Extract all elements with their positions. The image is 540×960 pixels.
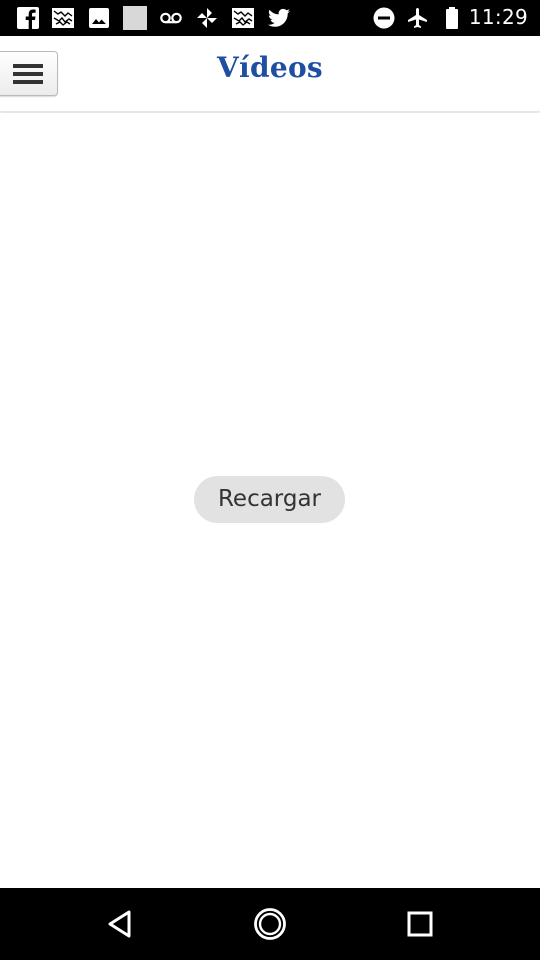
- navigation-bar: [0, 888, 540, 960]
- back-icon[interactable]: [102, 906, 138, 942]
- page-title: Vídeos: [217, 51, 323, 84]
- battery-icon: [446, 7, 458, 29]
- reload-button[interactable]: Recargar: [194, 476, 345, 523]
- home-icon[interactable]: [252, 906, 288, 942]
- app-bar: Vídeos: [0, 36, 540, 112]
- pinwheel-icon: [197, 8, 217, 28]
- facebook-icon: [17, 7, 39, 29]
- status-bar: 11:29: [0, 0, 540, 36]
- gallery-icon: [52, 8, 74, 28]
- recents-icon[interactable]: [402, 906, 438, 942]
- content-area: Recargar: [0, 113, 540, 888]
- airplane-mode-icon: [408, 8, 427, 28]
- blank-notification-icon: [123, 6, 147, 30]
- do-not-disturb-icon: [373, 7, 395, 29]
- gallery-icon: [232, 8, 254, 28]
- status-time: 11:29: [468, 5, 528, 29]
- voicemail-icon: [160, 12, 182, 24]
- twitter-icon: [268, 8, 290, 27]
- image-icon: [89, 8, 109, 28]
